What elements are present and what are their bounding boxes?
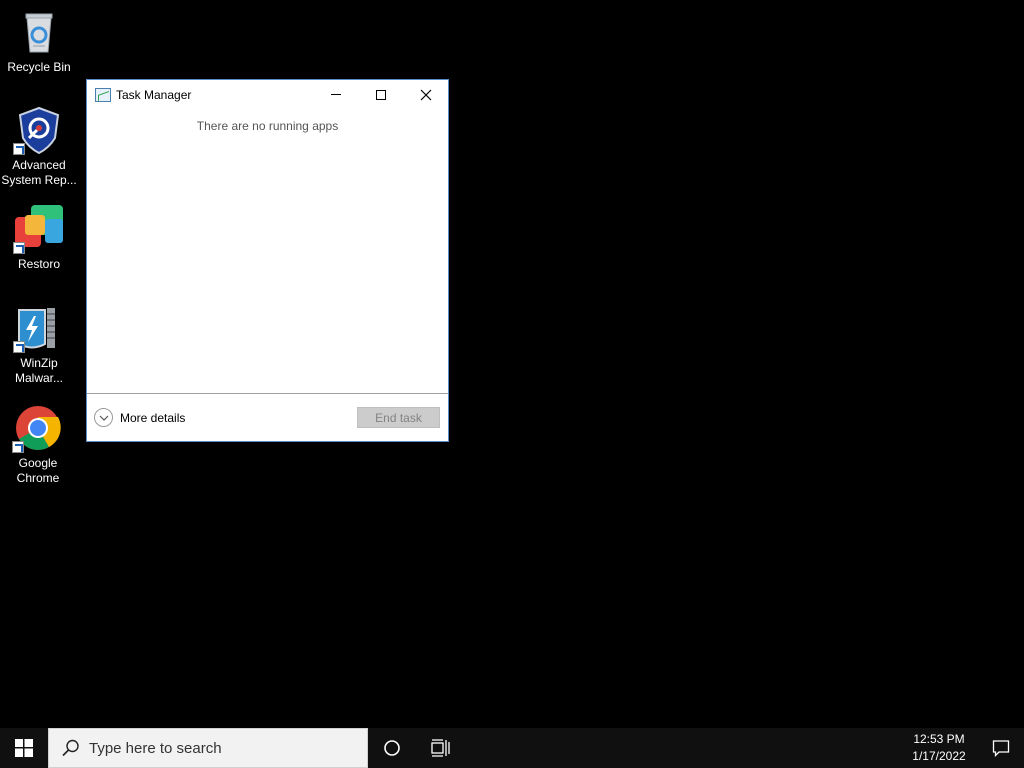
- restoro-icon: [13, 205, 63, 254]
- desktop-icon-restoro[interactable]: Restoro: [1, 205, 77, 272]
- search-input[interactable]: [89, 739, 349, 757]
- end-task-button[interactable]: End task: [357, 407, 440, 428]
- winzip-malware-icon: [13, 304, 63, 353]
- desktop-icon-label: Restoro: [17, 257, 61, 271]
- empty-message: There are no running apps: [196, 119, 339, 133]
- clock-time: 12:53 PM: [913, 732, 965, 746]
- task-view-icon: [431, 739, 450, 757]
- cortana-icon: [384, 740, 400, 756]
- maximize-icon: [376, 89, 386, 100]
- shortcut-arrow-icon: [13, 242, 25, 254]
- minimize-button[interactable]: [313, 80, 359, 109]
- desktop-icon-label: Google Chrome: [16, 456, 60, 485]
- task-view-button[interactable]: [416, 728, 464, 768]
- windows-logo-icon: [15, 739, 33, 757]
- shortcut-arrow-icon: [12, 441, 24, 453]
- shortcut-arrow-icon: [13, 341, 25, 353]
- taskbar-search-box[interactable]: [48, 728, 368, 768]
- shortcut-arrow-icon: [13, 143, 25, 155]
- task-manager-window: Task Manager There are no running apps M…: [86, 79, 449, 442]
- close-button[interactable]: [403, 80, 449, 109]
- recycle-bin-icon: [15, 8, 63, 56]
- taskbar: 12:53 PM 1/17/2022: [0, 728, 1024, 768]
- search-icon: [61, 738, 81, 758]
- desktop-icon-advanced-system-repair[interactable]: Advanced System Rep...: [1, 106, 77, 188]
- desktop-icon-recycle-bin[interactable]: Recycle Bin: [1, 8, 77, 75]
- advanced-system-repair-icon: [13, 106, 63, 155]
- cortana-button[interactable]: [368, 728, 416, 768]
- action-center-button[interactable]: [978, 728, 1024, 768]
- clock-date: 1/17/2022: [912, 749, 966, 763]
- more-details-label: More details: [120, 410, 186, 425]
- system-clock[interactable]: 12:53 PM 1/17/2022: [900, 731, 978, 765]
- chevron-down-icon: [94, 408, 113, 427]
- task-manager-icon: [95, 87, 111, 102]
- more-details-toggle[interactable]: More details: [94, 408, 185, 427]
- close-icon: [420, 89, 432, 100]
- window-footer: More details End task: [87, 393, 448, 441]
- maximize-button[interactable]: [358, 80, 404, 109]
- start-button[interactable]: [0, 728, 48, 768]
- desktop-icon-label: Recycle Bin: [7, 60, 71, 74]
- desktop-icon-label: WinZip Malwar...: [14, 356, 63, 385]
- title-bar[interactable]: Task Manager: [87, 80, 448, 109]
- desktop: Recycle Bin Advanced System Rep... Resto…: [0, 0, 1024, 728]
- app-list-area: There are no running apps: [87, 109, 448, 393]
- window-title: Task Manager: [116, 87, 192, 102]
- desktop-icon-label: Advanced System Rep...: [1, 158, 77, 187]
- notification-icon: [992, 740, 1010, 757]
- minimize-icon: [331, 94, 341, 95]
- chrome-icon: [12, 404, 62, 453]
- desktop-icon-winzip-malware[interactable]: WinZip Malwar...: [1, 304, 77, 386]
- desktop-icon-google-chrome[interactable]: Google Chrome: [0, 404, 76, 486]
